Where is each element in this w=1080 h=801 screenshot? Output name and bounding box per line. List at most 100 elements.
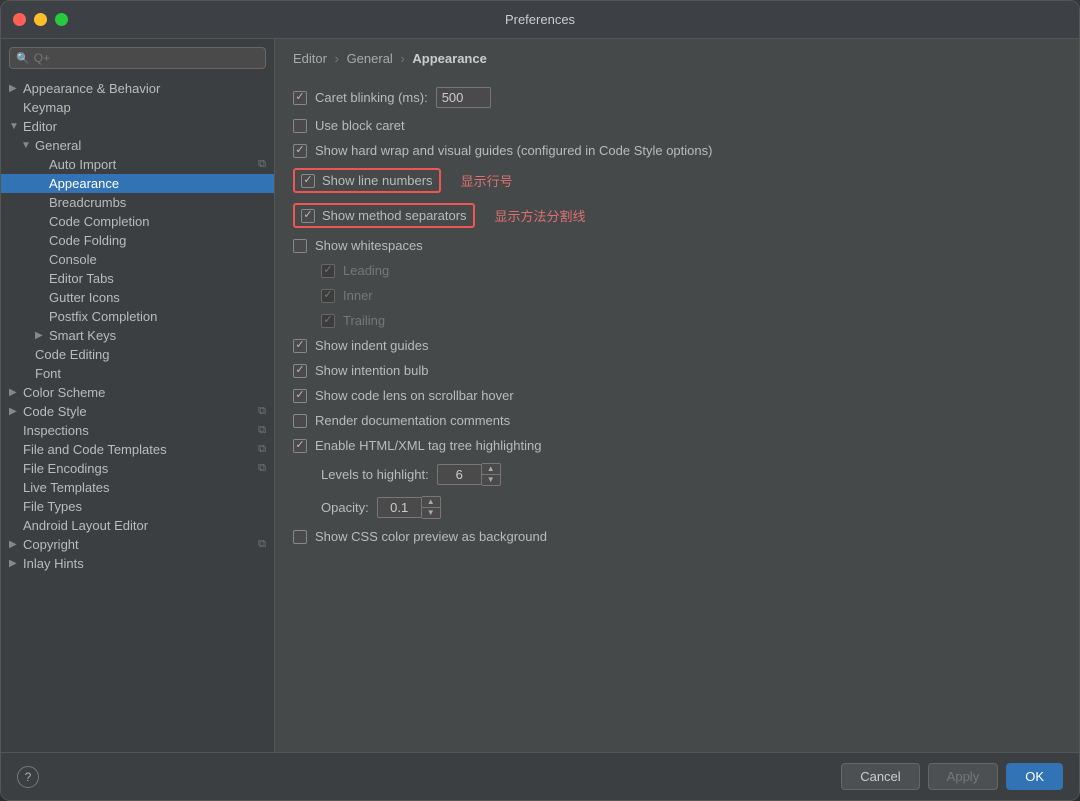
enable-html-xml-label: Enable HTML/XML tag tree highlighting <box>315 438 541 453</box>
enable-html-xml-checkbox[interactable] <box>293 439 307 453</box>
breadcrumb-sep-1: › <box>335 51 339 66</box>
sidebar-item-inlay-hints[interactable]: ▶ Inlay Hints <box>1 554 274 573</box>
sidebar-item-label: Console <box>49 252 97 267</box>
caret-blinking-input[interactable] <box>436 87 491 108</box>
sidebar-item-console[interactable]: Console <box>1 250 274 269</box>
use-block-caret-checkbox[interactable] <box>293 119 307 133</box>
leading-checkbox[interactable] <box>321 264 335 278</box>
sidebar-item-editor[interactable]: ▼ Editor <box>1 117 274 136</box>
sidebar-item-appearance[interactable]: Appearance <box>1 174 274 193</box>
sidebar-item-code-completion[interactable]: Code Completion <box>1 212 274 231</box>
search-box[interactable]: 🔍 <box>9 47 266 69</box>
chevron-right-icon: ▶ <box>9 406 23 417</box>
sidebar-item-code-editing[interactable]: Code Editing <box>1 345 274 364</box>
show-hard-wrap-label: Show hard wrap and visual guides (config… <box>315 143 712 158</box>
sidebar-item-live-templates[interactable]: Live Templates <box>1 478 274 497</box>
sidebar-item-android-layout-editor[interactable]: Android Layout Editor <box>1 516 274 535</box>
minimize-button[interactable] <box>34 13 47 26</box>
sidebar-item-label: General <box>35 138 81 153</box>
copy-icon: ⧉ <box>258 538 266 551</box>
content-area: 🔍 ▶ Appearance & Behavior Keymap ▼ Edito… <box>1 39 1079 752</box>
sidebar: 🔍 ▶ Appearance & Behavior Keymap ▼ Edito… <box>1 39 275 752</box>
search-input[interactable] <box>34 51 259 65</box>
show-whitespaces-checkbox[interactable] <box>293 239 307 253</box>
sidebar-item-appearance-behavior[interactable]: ▶ Appearance & Behavior <box>1 79 274 98</box>
show-hard-wrap-row: Show hard wrap and visual guides (config… <box>293 138 1055 163</box>
sidebar-item-editor-tabs[interactable]: Editor Tabs <box>1 269 274 288</box>
sidebar-item-color-scheme[interactable]: ▶ Color Scheme <box>1 383 274 402</box>
levels-up-button[interactable]: ▲ <box>482 464 500 475</box>
sidebar-item-smart-keys[interactable]: ▶ Smart Keys <box>1 326 274 345</box>
copy-icon: ⧉ <box>258 424 266 437</box>
use-block-caret-label: Use block caret <box>315 118 405 133</box>
footer: ? Cancel Apply OK <box>1 752 1079 800</box>
sidebar-item-font[interactable]: Font <box>1 364 274 383</box>
sidebar-item-label: Postfix Completion <box>49 309 157 324</box>
breadcrumb-sep-2: › <box>400 51 404 66</box>
chevron-right-icon: ▶ <box>9 83 23 94</box>
sidebar-item-breadcrumbs[interactable]: Breadcrumbs <box>1 193 274 212</box>
ok-button[interactable]: OK <box>1006 763 1063 790</box>
show-intention-bulb-checkbox[interactable] <box>293 364 307 378</box>
sidebar-item-general[interactable]: ▼ General <box>1 136 274 155</box>
sidebar-item-label: Keymap <box>23 100 71 115</box>
help-button[interactable]: ? <box>17 766 39 788</box>
titlebar: Preferences <box>1 1 1079 39</box>
footer-right: Cancel Apply OK <box>841 763 1063 790</box>
window-title: Preferences <box>505 12 575 27</box>
levels-input[interactable] <box>437 464 482 485</box>
opacity-spinner: ▲ ▼ <box>377 496 441 519</box>
opacity-label: Opacity: <box>321 500 369 515</box>
sidebar-item-label: Code Completion <box>49 214 149 229</box>
sidebar-item-keymap[interactable]: Keymap <box>1 98 274 117</box>
opacity-input[interactable] <box>377 497 422 518</box>
chevron-right-icon: ▶ <box>9 539 23 550</box>
show-indent-guides-checkbox[interactable] <box>293 339 307 353</box>
show-hard-wrap-checkbox[interactable] <box>293 144 307 158</box>
sidebar-item-label: Code Folding <box>49 233 126 248</box>
chevron-right-icon: ▶ <box>35 330 49 341</box>
sidebar-item-label: Color Scheme <box>23 385 105 400</box>
search-icon: 🔍 <box>16 52 30 65</box>
sidebar-item-file-code-templates[interactable]: File and Code Templates ⧉ <box>1 440 274 459</box>
apply-button[interactable]: Apply <box>928 763 999 790</box>
sidebar-item-inspections[interactable]: Inspections ⧉ <box>1 421 274 440</box>
caret-blinking-label: Caret blinking (ms): <box>315 90 428 105</box>
maximize-button[interactable] <box>55 13 68 26</box>
inner-checkbox[interactable] <box>321 289 335 303</box>
show-css-color-checkbox[interactable] <box>293 530 307 544</box>
show-line-numbers-annotation: 显示行号 <box>461 171 513 190</box>
show-code-lens-checkbox[interactable] <box>293 389 307 403</box>
sidebar-item-auto-import[interactable]: Auto Import ⧉ <box>1 155 274 174</box>
opacity-down-button[interactable]: ▼ <box>422 508 440 518</box>
copy-icon: ⧉ <box>258 158 266 171</box>
leading-row: Leading <box>293 258 1055 283</box>
close-button[interactable] <box>13 13 26 26</box>
sidebar-item-label: Gutter Icons <box>49 290 120 305</box>
render-documentation-checkbox[interactable] <box>293 414 307 428</box>
sidebar-item-code-style[interactable]: ▶ Code Style ⧉ <box>1 402 274 421</box>
sidebar-item-file-types[interactable]: File Types <box>1 497 274 516</box>
levels-spinner: ▲ ▼ <box>437 463 501 486</box>
cancel-button[interactable]: Cancel <box>841 763 919 790</box>
sidebar-item-gutter-icons[interactable]: Gutter Icons <box>1 288 274 307</box>
sidebar-item-file-encodings[interactable]: File Encodings ⧉ <box>1 459 274 478</box>
sidebar-item-code-folding[interactable]: Code Folding <box>1 231 274 250</box>
show-intention-bulb-row: Show intention bulb <box>293 358 1055 383</box>
sidebar-item-label: Copyright <box>23 537 79 552</box>
trailing-checkbox[interactable] <box>321 314 335 328</box>
show-method-separators-checkbox[interactable] <box>301 209 315 223</box>
show-method-separators-annotation: 显示方法分割线 <box>495 206 586 225</box>
chevron-down-icon: ▼ <box>21 140 35 151</box>
caret-blinking-checkbox[interactable] <box>293 91 307 105</box>
show-line-numbers-checkbox[interactable] <box>301 174 315 188</box>
levels-down-button[interactable]: ▼ <box>482 475 500 485</box>
sidebar-item-label: Android Layout Editor <box>23 518 148 533</box>
footer-left: ? <box>17 766 39 788</box>
sidebar-item-postfix-completion[interactable]: Postfix Completion <box>1 307 274 326</box>
show-css-color-row: Show CSS color preview as background <box>293 524 1055 549</box>
show-whitespaces-row: Show whitespaces <box>293 233 1055 258</box>
opacity-up-button[interactable]: ▲ <box>422 497 440 508</box>
sidebar-item-copyright[interactable]: ▶ Copyright ⧉ <box>1 535 274 554</box>
show-method-separators-highlight: Show method separators <box>293 203 475 228</box>
